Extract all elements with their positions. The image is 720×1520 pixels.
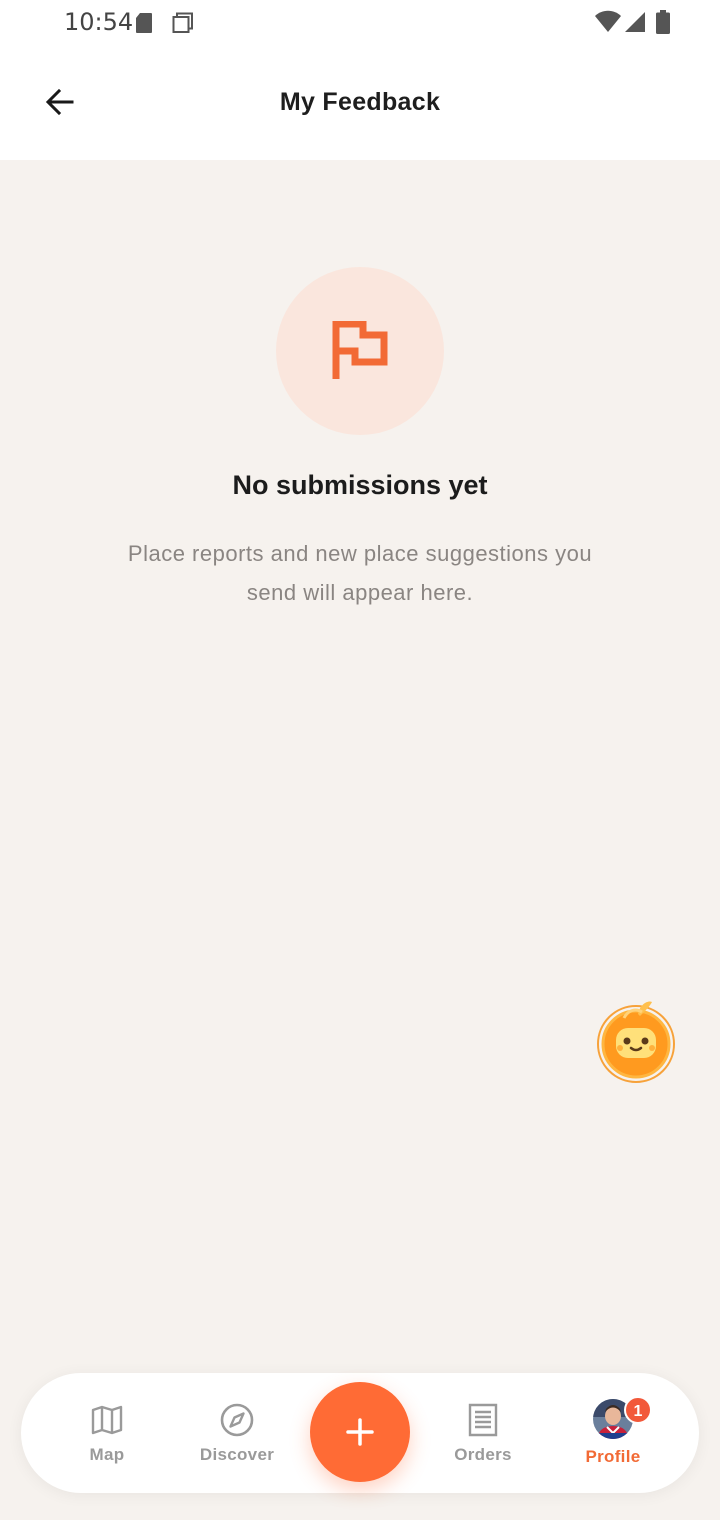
nav-item-map[interactable]: Map [52,1373,162,1493]
compass-icon [220,1403,254,1437]
empty-state-icon-circle [276,267,444,435]
robot-assistant-icon [597,1001,675,1083]
notification-badge: 1 [624,1396,652,1424]
back-button[interactable] [36,70,84,134]
receipt-icon [468,1403,498,1437]
wifi-icon [595,10,621,32]
sd-card-icon [136,13,152,33]
page-title: My Feedback [279,88,441,116]
flag-icon [332,321,388,379]
nav-item-profile[interactable]: Profile [558,1373,668,1493]
nav-label-discover: Discover [199,1445,275,1464]
nav-item-discover[interactable]: Discover [182,1373,292,1493]
screen-copy-icon [172,12,193,33]
add-button[interactable] [310,1382,410,1482]
status-bar: 10:54 [0,0,720,44]
nav-label-profile: Profile [585,1447,641,1466]
map-icon [91,1405,123,1435]
status-time: 10:54 [64,8,134,36]
cell-signal-icon [625,12,645,32]
app-bar: My Feedback [0,44,720,160]
arrow-left-icon [45,88,74,116]
battery-icon [656,10,670,34]
empty-state-description: Place reports and new place suggestions … [127,541,593,605]
nav-label-map: Map [89,1445,125,1464]
nav-item-orders[interactable]: Orders [428,1373,538,1493]
assistant-button[interactable] [594,996,678,1086]
plus-icon [346,1418,374,1446]
empty-state-title: No submissions yet [232,470,488,500]
nav-label-orders: Orders [454,1445,512,1464]
